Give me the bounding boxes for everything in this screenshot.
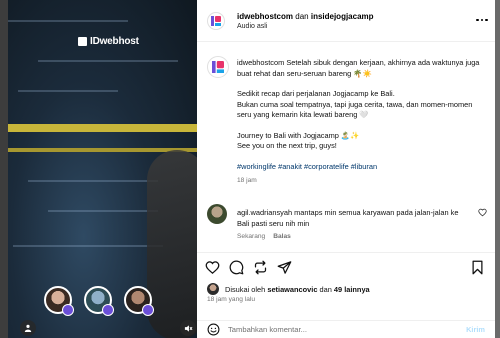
- post-detail-panel: idwebhostcom dan insidejogjacamp Audio a…: [197, 0, 495, 338]
- comment-button[interactable]: [229, 260, 244, 275]
- like-button[interactable]: [205, 260, 220, 275]
- collab-badge-icon: [142, 304, 154, 316]
- save-button[interactable]: [470, 260, 485, 275]
- more-dot-icon: [476, 18, 479, 22]
- idwebhost-logo-icon: [212, 61, 224, 73]
- comment-bubble-icon: [229, 260, 244, 275]
- heart-icon: [205, 261, 220, 274]
- caption-paragraph-2b: Bukan cuma soal tempatnya, tapi juga cer…: [237, 99, 473, 120]
- water-ripple: [38, 60, 178, 62]
- caption-hashtags[interactable]: #workinglife #anakit #corporatelife #lib…: [237, 162, 487, 173]
- caption-paragraph-2a: Sedikit recap dari perjalanan Jogjacamp …: [237, 89, 395, 98]
- brand-logo-icon: [78, 37, 87, 46]
- water-ripple: [48, 210, 158, 212]
- audio-label[interactable]: Audio asli: [237, 23, 374, 30]
- liker-username[interactable]: setiawancovic: [267, 285, 317, 294]
- caption-paragraph-3a: Journey to Bali with Jogjacamp 🏝️✨: [237, 130, 360, 140]
- comment-time: Sekarang: [237, 233, 266, 240]
- user-icon: [24, 324, 32, 332]
- author-avatar[interactable]: [207, 11, 225, 30]
- post-comment-button[interactable]: Kirim: [466, 325, 485, 334]
- person-silhouette: [147, 150, 197, 338]
- liker-avatar[interactable]: [207, 283, 219, 295]
- comment-like-heart-icon[interactable]: [478, 208, 487, 217]
- emoji-icon[interactable]: [207, 323, 220, 336]
- collab-badge-icon: [62, 304, 74, 316]
- mute-button[interactable]: [180, 320, 196, 336]
- caption-text: idwebhostcom Setelah sibuk dengan kerjaa…: [237, 58, 487, 187]
- caption-author-avatar[interactable]: [207, 56, 229, 78]
- author-username[interactable]: idwebhostcom: [237, 12, 293, 21]
- more-dot-icon: [480, 18, 484, 22]
- author-line: idwebhostcom dan insidejogjacamp: [237, 12, 374, 21]
- comment-text: agil.wadriansyah mantaps min semua karya…: [237, 208, 467, 229]
- likes-summary: Disukai oleh setiawancovic dan 49 lainny…: [207, 283, 370, 295]
- watermark-text: IDwebhost: [90, 36, 139, 47]
- action-icons: [205, 260, 292, 275]
- tagged-avatar[interactable]: [84, 286, 114, 316]
- tagged-users-button[interactable]: [20, 320, 36, 336]
- caption-paragraph-3b: See you on the next trip, guys!: [237, 141, 337, 150]
- bookmark-icon: [472, 260, 483, 275]
- commenter-username[interactable]: agil.wadriansyah: [237, 208, 292, 217]
- tagged-avatar[interactable]: [44, 286, 74, 316]
- send-icon: [277, 261, 292, 274]
- more-options-button[interactable]: [475, 14, 489, 26]
- caption-time: 18 jam: [237, 177, 257, 184]
- tagged-accounts: [44, 286, 154, 316]
- repost-button[interactable]: [253, 260, 268, 275]
- post-timestamp: 18 jam yang lalu: [207, 296, 256, 303]
- collab-badge-icon: [102, 304, 114, 316]
- caption-username[interactable]: idwebhostcom: [237, 58, 284, 67]
- yellow-railing: [8, 124, 197, 132]
- post-body: idwebhostcom Setelah sibuk dengan kerjaa…: [197, 42, 495, 252]
- comment-meta: Sekarang Balas: [237, 233, 291, 240]
- reply-button[interactable]: Balas: [273, 233, 291, 240]
- post-header: idwebhostcom dan insidejogjacamp Audio a…: [197, 0, 495, 42]
- brand-watermark: IDwebhost: [78, 36, 139, 47]
- likes-prefix: Disukai oleh: [225, 284, 266, 294]
- likes-middle: dan: [319, 284, 332, 294]
- comment-input-bar: Kirim: [197, 320, 495, 338]
- author-joiner: dan: [295, 11, 309, 21]
- more-dot-icon: [485, 18, 488, 22]
- coauthor-username[interactable]: insidejogjacamp: [311, 12, 374, 21]
- post-video[interactable]: IDwebhost: [8, 0, 197, 338]
- muted-speaker-icon: [184, 324, 192, 332]
- backdrop-strip-left: [0, 0, 8, 338]
- share-button[interactable]: [277, 260, 292, 275]
- idwebhost-logo-icon: [211, 15, 221, 26]
- water-ripple: [18, 90, 118, 92]
- water-ripple: [8, 20, 128, 22]
- post-actions: Disukai oleh setiawancovic dan 49 lainny…: [197, 252, 495, 320]
- repost-icon: [254, 260, 267, 275]
- comment-input[interactable]: [228, 325, 448, 334]
- water-ripple: [28, 180, 158, 182]
- likes-others-link[interactable]: 49 lainnya: [334, 285, 370, 294]
- tagged-avatar[interactable]: [124, 286, 154, 316]
- commenter-avatar[interactable]: [207, 204, 227, 224]
- water-ripple: [13, 245, 163, 247]
